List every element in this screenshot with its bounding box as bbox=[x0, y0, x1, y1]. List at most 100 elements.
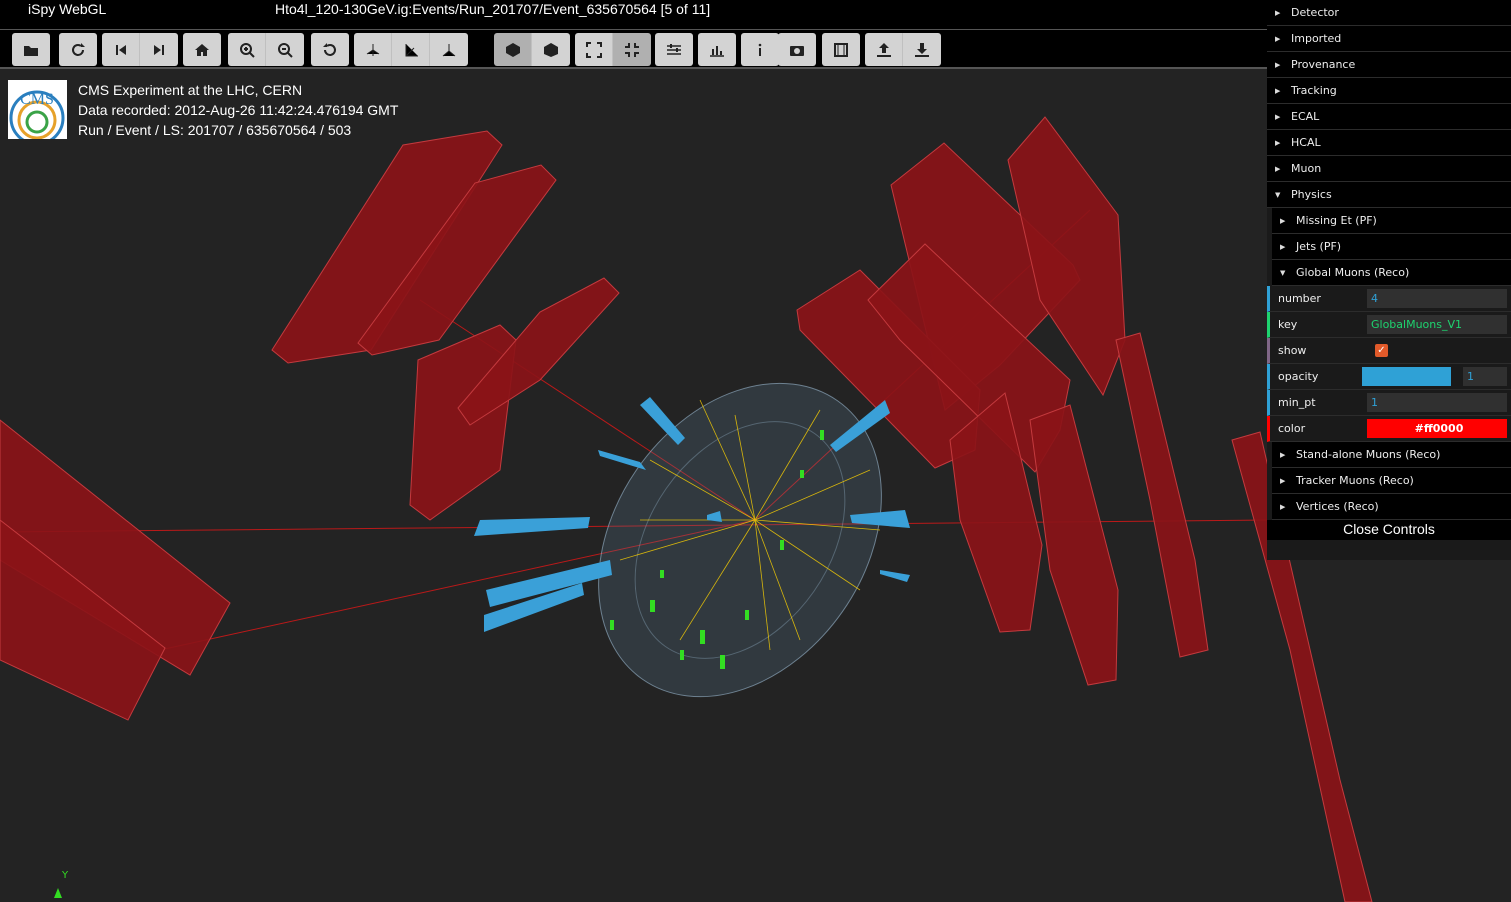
opacity-slider[interactable] bbox=[1362, 367, 1451, 386]
show-row: show ✓ bbox=[1267, 338, 1511, 364]
number-label: number bbox=[1278, 292, 1321, 305]
import-button[interactable] bbox=[903, 33, 941, 66]
toolbar-group bbox=[311, 33, 349, 66]
open-file-button[interactable] bbox=[12, 33, 50, 66]
view-xy-button[interactable] bbox=[430, 33, 468, 66]
bar-chart-icon bbox=[710, 45, 724, 57]
table-view-button[interactable] bbox=[698, 33, 736, 66]
screenshot-button[interactable] bbox=[778, 33, 816, 66]
axis-indicator: Y bbox=[54, 870, 69, 898]
view-xz-button[interactable] bbox=[392, 33, 430, 66]
undo-icon bbox=[323, 42, 336, 56]
settings-button[interactable] bbox=[655, 33, 693, 66]
cms-logo: CMS bbox=[8, 80, 67, 139]
folder-detector[interactable]: ▶ Detector bbox=[1267, 0, 1511, 26]
folder-ecal[interactable]: ▶ ECAL bbox=[1267, 104, 1511, 130]
caret-right-icon: ▶ bbox=[1275, 34, 1281, 43]
caret-down-icon: ▼ bbox=[1275, 190, 1281, 199]
home-icon bbox=[195, 43, 209, 56]
caret-right-icon: ▶ bbox=[1275, 60, 1281, 69]
previous-event-button[interactable] bbox=[102, 33, 140, 66]
toolbar-group bbox=[698, 33, 736, 66]
folder-stand-alone-muons-reco[interactable]: ▶ Stand-alone Muons (Reco) bbox=[1272, 442, 1511, 468]
step-backward-icon bbox=[115, 44, 126, 55]
key-row: key GlobalMuons_V1 bbox=[1267, 312, 1511, 338]
folder-tracking[interactable]: ▶ Tracking bbox=[1267, 78, 1511, 104]
next-event-button[interactable] bbox=[140, 33, 178, 66]
upload-icon bbox=[876, 42, 891, 57]
number-row: number 4 bbox=[1267, 286, 1511, 312]
toolbar-group bbox=[494, 33, 570, 66]
toolbar-group bbox=[741, 33, 779, 66]
axis-y-label: Y bbox=[61, 870, 69, 881]
folder-provenance[interactable]: ▶ Provenance bbox=[1267, 52, 1511, 78]
show-checkbox[interactable]: ✓ bbox=[1375, 344, 1388, 357]
folder-label: Tracking bbox=[1291, 84, 1337, 97]
zoom-in-button[interactable] bbox=[228, 33, 266, 66]
caret-right-icon: ▶ bbox=[1280, 476, 1286, 485]
animation-button[interactable] bbox=[822, 33, 860, 66]
folder-muon[interactable]: ▶ Muon bbox=[1267, 156, 1511, 182]
cube-ortho-icon bbox=[544, 42, 558, 57]
min_pt-label: min_pt bbox=[1278, 396, 1316, 409]
event-info: CMS Experiment at the LHC, CERN Data rec… bbox=[78, 80, 398, 140]
orthographic-button[interactable] bbox=[532, 33, 570, 66]
axes-yz-icon bbox=[366, 43, 379, 56]
folder-missing-et-pf[interactable]: ▶ Missing Et (PF) bbox=[1272, 208, 1511, 234]
export-button[interactable] bbox=[865, 33, 903, 66]
close-controls-button[interactable]: Close Controls bbox=[1267, 520, 1511, 540]
axes-xz-icon bbox=[405, 43, 418, 56]
caret-right-icon: ▶ bbox=[1275, 112, 1281, 121]
info-button[interactable] bbox=[741, 33, 779, 66]
toolbar-group bbox=[822, 33, 860, 66]
zoom-out-icon bbox=[278, 42, 293, 58]
zoom-out-button[interactable] bbox=[266, 33, 304, 66]
film-icon bbox=[834, 42, 848, 57]
opacity-input[interactable]: 1 bbox=[1463, 367, 1507, 386]
folder-vertices-reco[interactable]: ▶ Vertices (Reco) bbox=[1272, 494, 1511, 520]
color-row: color #ff0000 bbox=[1267, 416, 1511, 442]
caret-right-icon: ▶ bbox=[1280, 216, 1286, 225]
experiment-label: CMS Experiment at the LHC, CERN bbox=[78, 82, 303, 98]
folder-physics[interactable]: ▼ Physics bbox=[1267, 182, 1511, 208]
folder-open-icon bbox=[24, 45, 38, 56]
key-input[interactable]: GlobalMuons_V1 bbox=[1367, 315, 1507, 334]
opacity-row: opacity 1 bbox=[1267, 364, 1511, 390]
zoom-in-icon bbox=[239, 42, 255, 58]
camera-icon bbox=[790, 45, 804, 56]
reload-button[interactable] bbox=[59, 33, 97, 66]
folder-label: Detector bbox=[1291, 6, 1339, 19]
folder-label: Provenance bbox=[1291, 58, 1356, 71]
key-label: key bbox=[1278, 318, 1298, 331]
compress-icon bbox=[625, 42, 639, 57]
fullscreen-button[interactable] bbox=[575, 33, 613, 66]
data-recorded-label: Data recorded: 2012-Aug-26 11:42:24.4761… bbox=[78, 102, 399, 118]
exit-fullscreen-button[interactable] bbox=[613, 33, 651, 66]
reset-view-button[interactable] bbox=[311, 33, 349, 66]
show-label: show bbox=[1278, 344, 1307, 357]
view-yz-button[interactable] bbox=[354, 33, 392, 66]
folder-tracker-muons-reco[interactable]: ▶ Tracker Muons (Reco) bbox=[1272, 468, 1511, 494]
toolbar-group bbox=[354, 33, 468, 66]
controls-panel: ▶ Detector ▶ Imported ▶ Provenance ▶ Tracking ▶ E… bbox=[1267, 0, 1511, 560]
caret-right-icon: ▶ bbox=[1280, 502, 1286, 511]
min-pt-input[interactable]: 1 bbox=[1367, 393, 1507, 412]
folder-jets-pf[interactable]: ▶ Jets (PF) bbox=[1272, 234, 1511, 260]
perspective-button[interactable] bbox=[494, 33, 532, 66]
home-view-button[interactable] bbox=[183, 33, 221, 66]
svg-text:CMS: CMS bbox=[20, 91, 54, 108]
toolbar-group bbox=[102, 33, 178, 66]
toolbar-group bbox=[183, 33, 221, 66]
toolbar-group bbox=[778, 33, 816, 66]
opacity-label: opacity bbox=[1278, 370, 1319, 383]
number-input[interactable]: 4 bbox=[1367, 289, 1507, 308]
folder-label: ECAL bbox=[1291, 110, 1320, 123]
color-picker[interactable]: #ff0000 bbox=[1367, 419, 1507, 438]
folder-global-muons-reco[interactable]: ▼ Global Muons (Reco) bbox=[1272, 260, 1511, 286]
toolbar-group bbox=[59, 33, 97, 66]
folder-label: Vertices (Reco) bbox=[1296, 500, 1379, 513]
folder-imported[interactable]: ▶ Imported bbox=[1267, 26, 1511, 52]
app-title: iSpy WebGL bbox=[28, 1, 107, 17]
color-label: color bbox=[1278, 422, 1306, 435]
folder-hcal[interactable]: ▶ HCAL bbox=[1267, 130, 1511, 156]
